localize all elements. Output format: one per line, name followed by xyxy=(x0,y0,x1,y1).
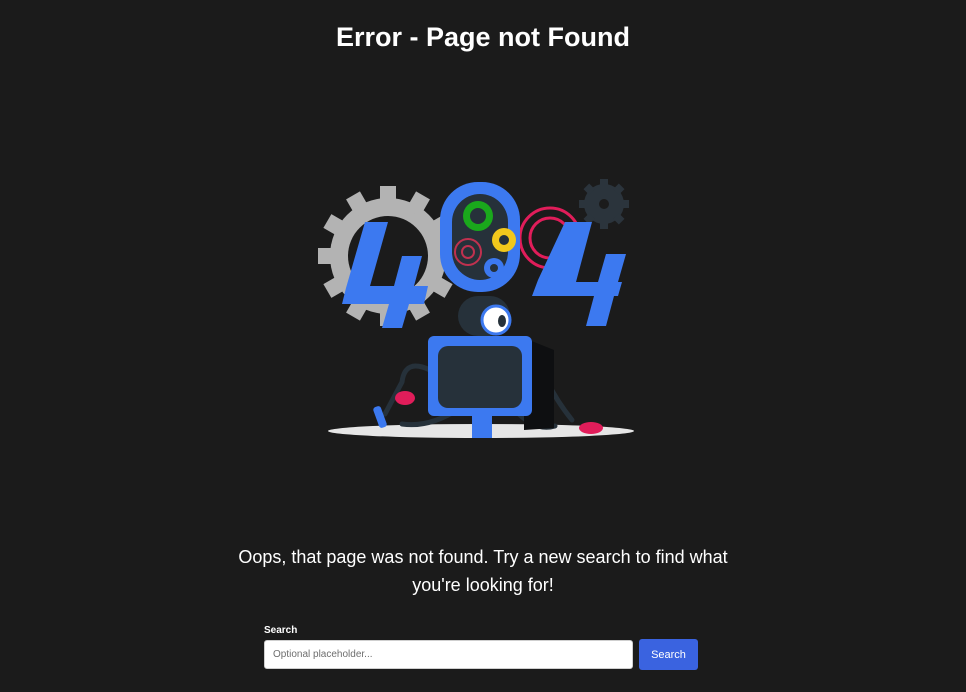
grey-gear-icon xyxy=(318,186,458,326)
yellow-gear-icon xyxy=(492,228,516,252)
dark-gear-icon xyxy=(579,179,629,229)
404-robot-illustration xyxy=(318,179,634,438)
digit-four-right xyxy=(532,222,626,326)
page-title: Error - Page not Found xyxy=(336,22,630,52)
search-label: Search xyxy=(264,625,298,636)
error-page: Error - Page not Found Oops, that page w… xyxy=(0,0,966,692)
robot-left-hand xyxy=(395,391,415,405)
robot-right-hand xyxy=(579,422,603,434)
search-input[interactable] xyxy=(264,640,633,669)
robot-body xyxy=(428,336,554,438)
digit-zero xyxy=(440,182,520,292)
robot-head xyxy=(458,296,512,336)
search-button[interactable]: Search xyxy=(639,639,698,670)
small-blue-gear-icon xyxy=(484,258,504,278)
not-found-message: Oops, that page was not found. Try a new… xyxy=(238,547,728,595)
green-gear-icon xyxy=(463,201,493,231)
